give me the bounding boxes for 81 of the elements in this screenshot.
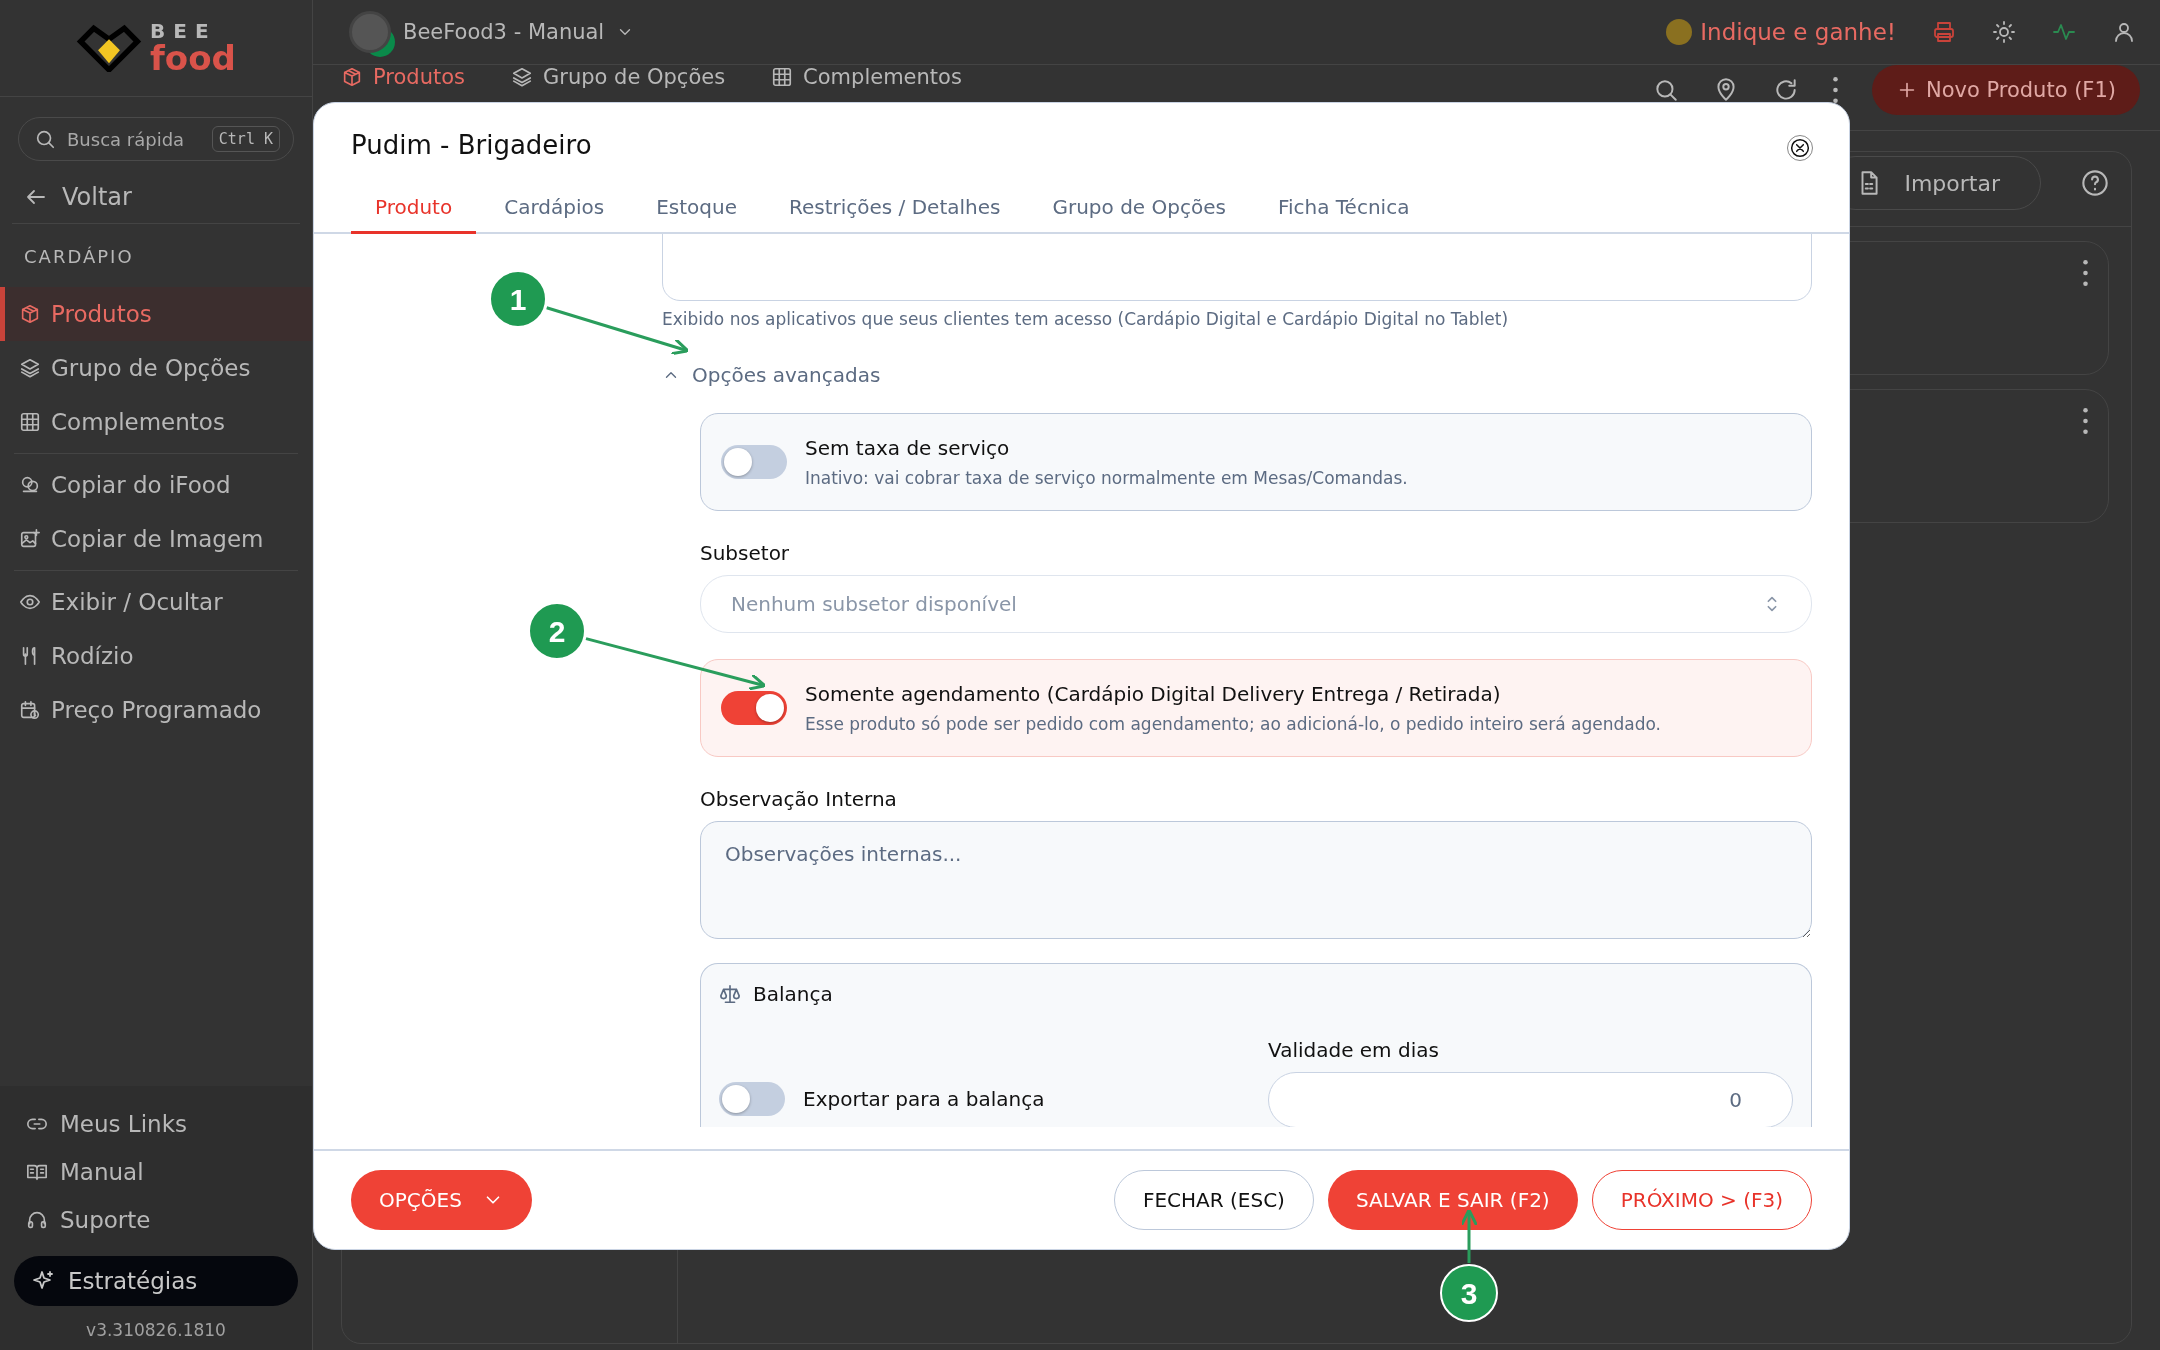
- page-tab[interactable]: Complementos: [771, 65, 962, 89]
- toggle-switch[interactable]: [721, 445, 787, 479]
- annotation-number: 3: [1460, 1277, 1478, 1310]
- grid-icon: [771, 66, 794, 88]
- internal-note-field[interactable]: Observações internas...: [700, 821, 1812, 939]
- close-icon: [1790, 138, 1810, 158]
- close-button[interactable]: FECHAR (ESC): [1113, 1170, 1314, 1230]
- sidebar-item[interactable]: Grupo de Opções: [0, 341, 312, 395]
- field-hint: Exibido nos aplicativos que seus clientes tem acesso (Cardápio Digital e Cardápio Digital no Tablet): [662, 309, 1510, 329]
- options-button[interactable]: OPÇÕES: [351, 1170, 532, 1230]
- grid-icon: [19, 411, 41, 433]
- kebab-icon[interactable]: [2083, 408, 2088, 434]
- layers-icon: [511, 66, 533, 88]
- sidebar-item[interactable]: Produtos: [0, 287, 312, 341]
- kebab-icon[interactable]: [1832, 77, 1838, 103]
- option-title: Somente agendamento (Cardápio Digital Delivery Entrega / Retirada): [805, 682, 1502, 706]
- validity-field[interactable]: 0: [1268, 1072, 1793, 1127]
- option-title: Sem taxa de serviço: [805, 436, 1011, 460]
- strategies-button[interactable]: Estratégias: [14, 1256, 298, 1306]
- scale-icon: [719, 983, 741, 1005]
- annotation-badge: [528, 602, 586, 660]
- layers-icon: [19, 357, 41, 379]
- dialog-tab[interactable]: Grupo de Opções: [1028, 185, 1250, 234]
- sidebar-item[interactable]: Exibir / Ocultar: [0, 575, 312, 629]
- dialog-title: Pudim - Brigadeiro: [351, 130, 592, 160]
- sun-icon: [1992, 20, 2016, 44]
- headset-icon: [26, 1209, 48, 1231]
- dialog-tab[interactable]: Produto: [351, 185, 477, 234]
- dialog-tab[interactable]: Ficha Técnica: [1253, 185, 1434, 234]
- dialog-tab[interactable]: Estoque: [632, 185, 761, 234]
- new-product-button[interactable]: Novo Produto (F1): [1871, 65, 2140, 115]
- dialog-tab[interactable]: Restrições / Detalhes: [764, 185, 1025, 234]
- logo-text: food: [150, 41, 236, 75]
- field-label: Subsetor: [700, 541, 791, 565]
- sidebar-link[interactable]: Suporte: [14, 1196, 298, 1244]
- image-icon: [19, 528, 41, 550]
- option-title: Exportar para a balança: [803, 1087, 1045, 1111]
- annotation-badge: [1440, 1264, 1498, 1322]
- description-field[interactable]: [662, 234, 1812, 301]
- user-icon: [2112, 20, 2136, 44]
- sidebar-item[interactable]: Preço Programado: [0, 683, 312, 737]
- page-tab[interactable]: Produtos: [341, 65, 465, 89]
- search-icon: [34, 128, 56, 150]
- box-icon: [341, 66, 363, 88]
- annotation-badge: [489, 270, 547, 328]
- kebab-icon[interactable]: [2083, 260, 2088, 286]
- annotation-number: 1: [509, 283, 527, 316]
- advanced-options-toggle[interactable]: Opções avançadas: [662, 363, 881, 387]
- printer-icon: [1932, 20, 1956, 44]
- field-label: Validade em dias: [1268, 1038, 1440, 1062]
- logo-text: BEE: [150, 21, 218, 41]
- shortcut-key: Ctrl K: [211, 126, 280, 152]
- annotation-arrow: [1460, 1208, 1478, 1263]
- calendar-icon: [19, 699, 41, 721]
- toggle-switch[interactable]: [719, 1082, 785, 1116]
- box-icon: [19, 303, 41, 325]
- workspace-avatar-icon: [349, 11, 391, 53]
- sidebar-item[interactable]: Copiar do iFood: [0, 458, 312, 512]
- section-title: Balança: [753, 982, 833, 1006]
- back-link[interactable]: Voltar: [12, 161, 300, 224]
- next-button[interactable]: PRÓXIMO > (F3): [1591, 1170, 1812, 1230]
- page-tab[interactable]: Grupo de Opções: [511, 65, 726, 89]
- toggle-switch[interactable]: [721, 691, 787, 725]
- sidebar-link[interactable]: Meus Links: [14, 1100, 298, 1148]
- sidebar-item[interactable]: Complementos: [0, 395, 312, 449]
- workspace-selector[interactable]: BeeFood3 - Manual: [349, 11, 635, 53]
- version-text: v3.310826.1810: [85, 1319, 227, 1340]
- sidebar-link[interactable]: Manual: [14, 1148, 298, 1196]
- option-hint: Esse produto só pode ser pedido com agendamento; ao adicioná-lo, o pedido inteiro será agendado.: [805, 714, 1661, 734]
- heart-logo-icon: [76, 24, 143, 72]
- field-label: Observação Interna: [700, 787, 898, 811]
- close-button[interactable]: [1787, 135, 1813, 161]
- section-title: CARDÁPIO: [23, 245, 135, 269]
- sidebar-item[interactable]: Copiar de Imagem: [0, 512, 312, 566]
- option-hint: Inativo: vai cobrar taxa de serviço normalmente em Mesas/Comandas.: [805, 468, 1408, 488]
- referral-link[interactable]: Indique e ganhe!: [1666, 19, 1896, 45]
- save-button[interactable]: SALVAR E SAIR (F2): [1327, 1170, 1578, 1230]
- annotation-number: 2: [548, 615, 566, 648]
- sidebar-item[interactable]: Rodízio: [0, 629, 312, 683]
- dialog-tab[interactable]: Cardápios: [480, 185, 629, 234]
- help-icon: [2081, 169, 2109, 197]
